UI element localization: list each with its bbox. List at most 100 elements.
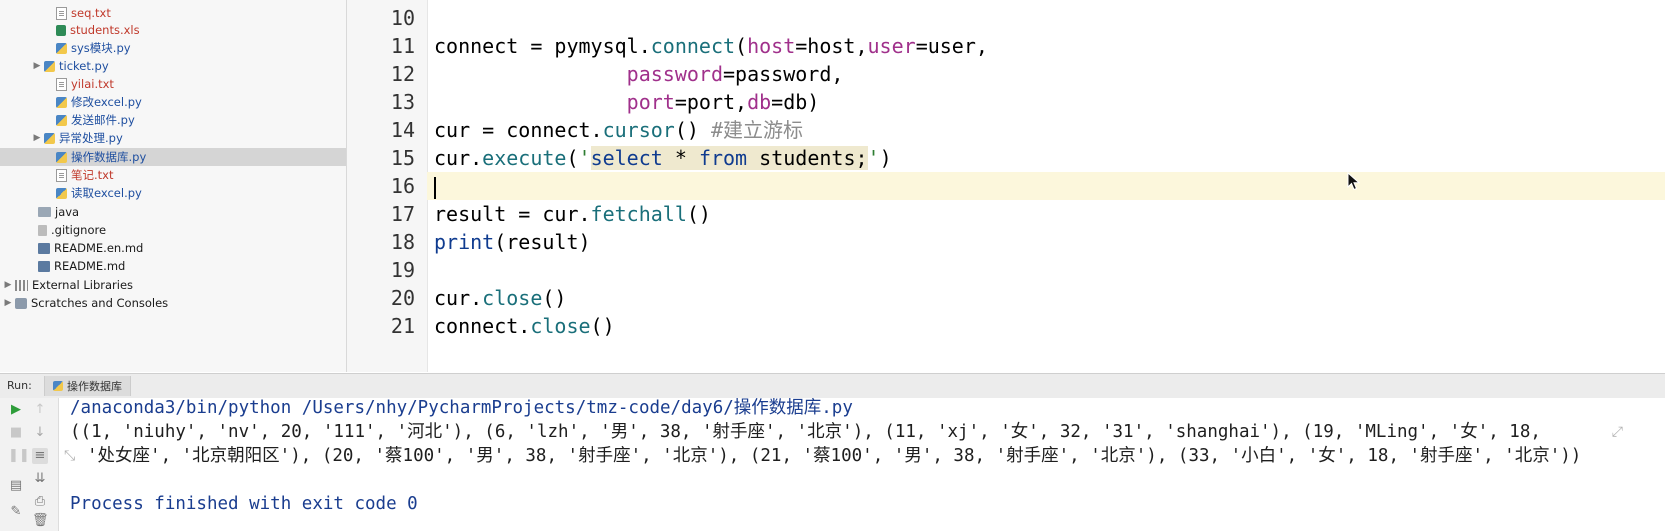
line-number: 10 <box>390 6 415 30</box>
python-file-icon <box>56 42 67 54</box>
tree-item-label: 读取excel.py <box>71 186 142 200</box>
tree-item-db-py[interactable]: 操作数据库.py <box>0 148 346 166</box>
soft-wrap-icon[interactable]: ≡ <box>32 448 48 464</box>
text-file-icon <box>56 6 67 20</box>
run-toolbar: ▶ ↑ ■ ↓ ❚❚ ≡ ⇊ ▤ ⎙ ✎ 🗑 <box>0 398 59 531</box>
line-number: 15 <box>390 146 415 170</box>
print-icon[interactable]: ⎙ <box>32 494 48 510</box>
expand-arrow-icon[interactable]: ▶ <box>32 133 42 143</box>
run-tab-label: 操作数据库 <box>67 380 122 393</box>
code-line[interactable]: print(result) <box>434 228 1665 256</box>
tree-item-modify-excel-py[interactable]: 修改excel.py <box>0 93 346 111</box>
scroll-to-end-icon[interactable]: ⇊ <box>32 471 48 487</box>
tree-item-label: External Libraries <box>32 278 134 292</box>
code-line[interactable]: connect.close() <box>434 312 1665 340</box>
tree-item-read-excel-py[interactable]: 读取excel.py <box>0 184 346 202</box>
line-number: 12 <box>390 62 415 86</box>
down-arrow-icon[interactable]: ↓ <box>32 425 48 441</box>
code-line-current[interactable] <box>427 172 1665 200</box>
code-line[interactable]: cur = connect.cursor() #建立游标 <box>434 116 1665 144</box>
code-line[interactable]: password=password, <box>434 60 1665 88</box>
tree-item-label: sys模块.py <box>71 41 131 55</box>
code-line[interactable]: connect = pymysql.connect(host=host,user… <box>434 32 1665 60</box>
layout-icon[interactable]: ▤ <box>8 478 24 494</box>
tree-item-notes-txt[interactable]: 笔记.txt <box>0 166 346 184</box>
code-line[interactable]: result = cur.fetchall() <box>434 200 1665 228</box>
tree-item-label: seq.txt <box>71 6 111 20</box>
pin-icon[interactable]: ✎ <box>8 504 24 520</box>
trash-icon[interactable]: 🗑 <box>32 513 49 529</box>
tree-item-students-xls[interactable]: students.xls <box>0 21 346 39</box>
tree-item-yilai-txt[interactable]: yilai.txt <box>0 75 346 93</box>
folder-icon <box>38 207 51 217</box>
tree-item-seq-txt[interactable]: seq.txt <box>0 4 346 22</box>
soft-wrap-marker-icon: ⤢ <box>1611 424 1623 440</box>
tree-item-readme-md[interactable]: README.md <box>0 257 346 275</box>
mouse-pointer-icon <box>1347 172 1361 191</box>
tree-item-label: .gitignore <box>51 223 107 237</box>
line-number: 18 <box>390 230 415 254</box>
tree-item-label: 异常处理.py <box>59 131 123 145</box>
tree-item-readme-en-md[interactable]: README.en.md <box>0 239 346 257</box>
expand-arrow-icon[interactable]: ▶ <box>3 280 13 290</box>
excel-file-icon <box>56 24 66 36</box>
tree-item-label: ticket.py <box>59 59 109 73</box>
tree-item-label: yilai.txt <box>71 77 114 91</box>
soft-wrap-marker-icon: ⤡ <box>64 448 76 464</box>
tree-item-label: Scratches and Consoles <box>31 296 169 310</box>
gitignore-file-icon <box>38 224 47 236</box>
code-line[interactable]: port=port,db=db) <box>434 88 1665 116</box>
run-tab[interactable]: 操作数据库 <box>44 376 131 396</box>
text-file-icon <box>56 77 67 91</box>
line-number: 19 <box>390 258 415 282</box>
console-command: /anaconda3/bin/python /Users/nhy/Pycharm… <box>70 398 853 418</box>
up-arrow-icon[interactable]: ↑ <box>32 402 48 418</box>
tree-item-scratches[interactable]: ▶ Scratches and Consoles <box>0 294 346 312</box>
line-number: 11 <box>390 34 415 58</box>
text-file-icon <box>56 168 67 182</box>
expand-arrow-icon[interactable]: ▶ <box>3 298 13 308</box>
run-console[interactable]: /anaconda3/bin/python /Users/nhy/Pycharm… <box>59 398 1665 531</box>
tree-item-exception-py[interactable]: ▶ 异常处理.py <box>0 129 346 147</box>
console-output-line: '处女座', '北京朝阳区'), (20, '蔡100', '男', 38, '… <box>87 446 1582 466</box>
tree-item-label: README.en.md <box>54 241 144 255</box>
line-number: 20 <box>390 286 415 310</box>
rerun-icon[interactable]: ▶ <box>8 402 24 418</box>
line-number: 16 <box>390 174 415 198</box>
tree-item-external-libraries[interactable]: ▶ External Libraries <box>0 276 346 294</box>
project-tree: seq.txt students.xls sys模块.py ▶ ticket.p… <box>0 0 347 372</box>
tree-item-send-mail-py[interactable]: 发送邮件.py <box>0 111 346 129</box>
library-icon <box>15 279 28 291</box>
tree-item-ticket-py[interactable]: ▶ ticket.py <box>0 57 346 75</box>
console-output-line: ((1, 'niuhy', 'nv', 20, '111', '河北'), (6… <box>70 422 1541 442</box>
run-label: Run: <box>7 379 32 392</box>
line-number: 21 <box>390 314 415 338</box>
tree-item-label: README.md <box>54 259 126 273</box>
code-line[interactable]: cur.execute('select * from students;') <box>434 144 1665 172</box>
python-file-icon <box>56 96 67 108</box>
tree-item-label: 笔记.txt <box>71 168 114 182</box>
tree-item-java[interactable]: java <box>0 203 346 221</box>
line-number-gutter: 10 11 12 13 14 15 16 17 18 19 20 21 <box>347 0 428 372</box>
scratches-icon <box>15 297 27 309</box>
stop-icon[interactable]: ■ <box>8 425 24 441</box>
line-number: 17 <box>390 202 415 226</box>
tree-item-label: 发送邮件.py <box>71 113 135 127</box>
line-number: 14 <box>390 118 415 142</box>
markdown-file-icon <box>38 260 50 272</box>
python-file-icon <box>44 60 55 72</box>
code-line[interactable]: cur.close() <box>434 284 1665 312</box>
code-line[interactable] <box>434 256 1665 284</box>
code-line[interactable] <box>434 4 1665 32</box>
expand-arrow-icon[interactable]: ▶ <box>32 61 42 71</box>
python-file-icon <box>44 132 55 144</box>
pause-icon[interactable]: ❚❚ <box>8 448 30 464</box>
markdown-file-icon <box>38 242 50 254</box>
tree-item-sys-py[interactable]: sys模块.py <box>0 39 346 57</box>
line-number: 13 <box>390 90 415 114</box>
python-file-icon <box>56 151 67 163</box>
tree-item-label: java <box>55 205 80 219</box>
text-caret <box>434 176 436 199</box>
code-editor[interactable]: 10 11 12 13 14 15 16 17 18 19 20 21 conn… <box>347 0 1665 372</box>
tree-item-gitignore[interactable]: .gitignore <box>0 221 346 239</box>
